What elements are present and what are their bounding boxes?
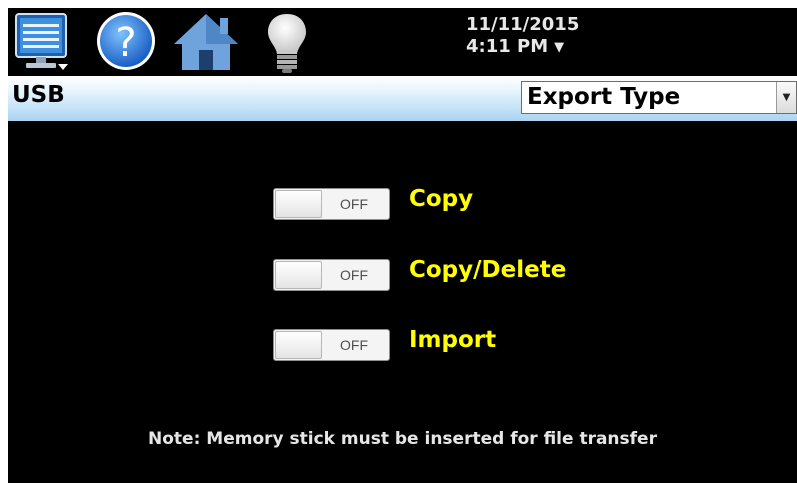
lightbulb-icon bbox=[268, 14, 306, 73]
import-toggle[interactable]: OFF bbox=[273, 329, 390, 361]
export-type-value: Export Type bbox=[527, 84, 681, 110]
import-label: Import bbox=[409, 327, 497, 353]
copy-toggle[interactable]: OFF bbox=[273, 188, 390, 220]
time-text: 4:11 PM bbox=[466, 36, 549, 57]
toggle-knob bbox=[275, 331, 322, 359]
home-button[interactable] bbox=[172, 8, 240, 76]
copy-label: Copy bbox=[409, 186, 474, 212]
chevron-down-icon: ▼ bbox=[554, 40, 565, 55]
help-button[interactable]: ? bbox=[94, 8, 158, 76]
toggle-state: OFF bbox=[340, 337, 368, 353]
menu-button[interactable] bbox=[10, 8, 72, 76]
dropdown-arrow-icon[interactable]: ▼ bbox=[776, 82, 796, 113]
toggle-state: OFF bbox=[340, 196, 368, 212]
toggle-state: OFF bbox=[340, 267, 368, 283]
note-text: Note: Memory stick must be inserted for … bbox=[148, 429, 657, 449]
monitor-menu-icon bbox=[15, 13, 68, 70]
help-icon: ? bbox=[97, 12, 155, 70]
lightbulb-button[interactable] bbox=[260, 8, 314, 76]
home-icon bbox=[174, 14, 238, 70]
toggle-knob bbox=[275, 261, 322, 289]
toggle-knob bbox=[275, 190, 322, 218]
date-text: 11/11/2015 bbox=[466, 14, 580, 35]
copy-delete-label: Copy/Delete bbox=[409, 257, 567, 283]
page-title: USB bbox=[12, 82, 65, 108]
title-bar: USB Export Type ▼ bbox=[8, 76, 797, 121]
svg-text:?: ? bbox=[115, 20, 136, 66]
export-type-select[interactable]: Export Type ▼ bbox=[521, 81, 797, 114]
copy-delete-toggle[interactable]: OFF bbox=[273, 259, 390, 291]
screen: ? 11/11/2015 4:11 PM ▼ USB Export Type ▼… bbox=[8, 8, 797, 483]
date-time-display[interactable]: 11/11/2015 4:11 PM ▼ bbox=[466, 14, 579, 60]
